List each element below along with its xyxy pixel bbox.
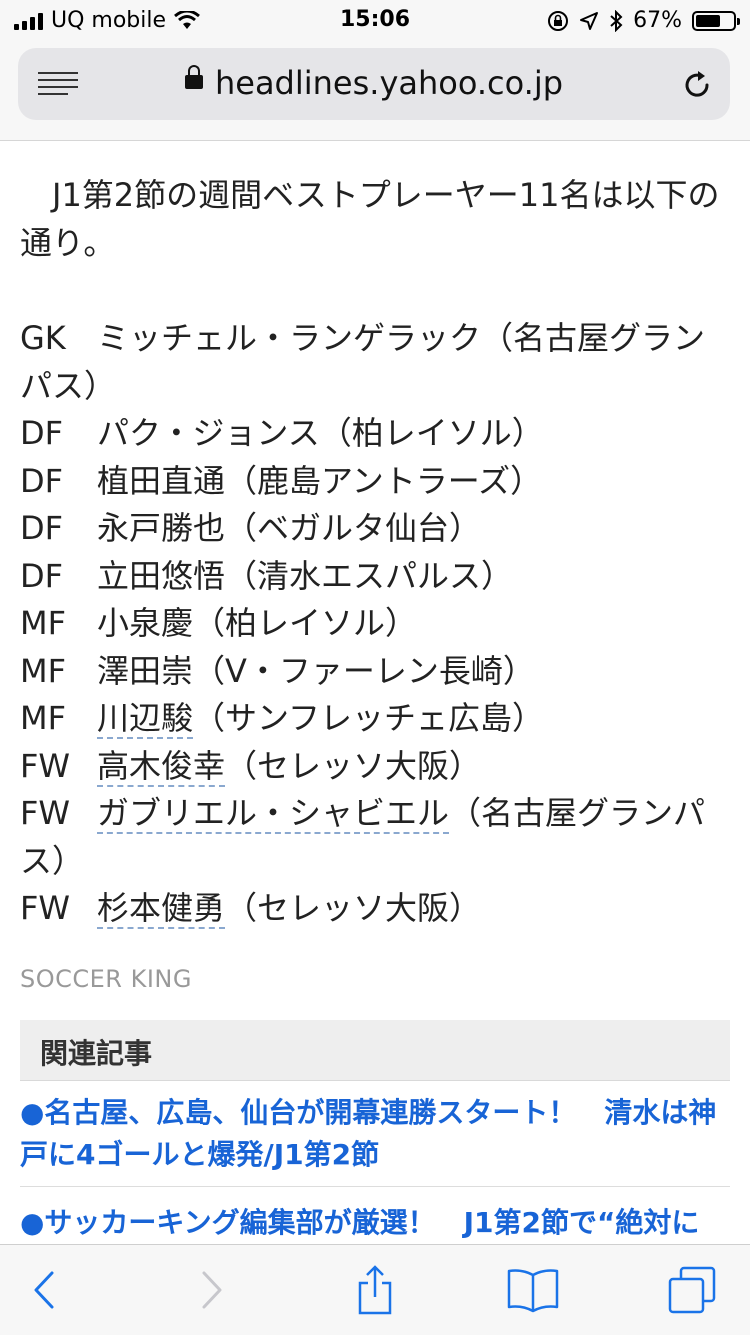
chevron-left-icon: [34, 1271, 54, 1309]
player-position: FW: [20, 746, 71, 785]
orientation-lock-icon: [548, 10, 569, 31]
player-position: FW: [20, 889, 71, 927]
player-link[interactable]: 杉本健勇: [97, 889, 226, 929]
player-row: DF 立田悠悟（清水エスパルス）: [20, 553, 732, 601]
article-body: J1第2節の週間ベストプレーヤー11名は以下の 通り。 GK ミッチェル・ランゲ…: [20, 140, 732, 933]
bluetooth-icon: [610, 9, 623, 32]
book-icon: [507, 1269, 559, 1313]
player-row: FW 高木俊幸（セレッソ大阪）: [20, 743, 732, 791]
player-position: DF: [20, 414, 64, 452]
related-articles-header: 関連記事: [20, 1020, 730, 1081]
article-intro: J1第2節の週間ベストプレーヤー11名は以下の 通り。: [20, 172, 732, 267]
player-position: DF: [20, 461, 64, 500]
player-name: ガブリエル・シャビエル（名古屋グランパ ス）: [20, 794, 706, 880]
player-row: FW 杉本健勇（セレッソ大阪）: [20, 885, 732, 933]
player-name: パク・ジョンス（柏レイソル）: [97, 414, 544, 452]
divider: [20, 1186, 730, 1187]
status-bar: UQ mobile 15:06 67%: [0, 0, 750, 40]
player-row: MF 川辺駿（サンフレッチェ広島）: [20, 695, 732, 743]
share-button[interactable]: [345, 1263, 405, 1317]
battery-icon: [692, 10, 740, 31]
player-row: DF パク・ジョンス（柏レイソル）: [20, 410, 732, 458]
best-eleven-list: GK ミッチェル・ランゲラック（名古屋グラン パス） DF パク・ジョンス（柏レイ…: [20, 315, 732, 933]
article-source[interactable]: SOCCER KING: [20, 965, 192, 993]
related-heading: 関連記事: [40, 1037, 153, 1070]
url-text: headlines.yahoo.co.jp: [214, 64, 564, 102]
url-display[interactable]: headlines.yahoo.co.jp: [18, 64, 730, 102]
share-icon: [358, 1265, 392, 1315]
browser-header: headlines.yahoo.co.jp: [0, 40, 750, 141]
player-position: DF: [20, 509, 64, 547]
player-name: 杉本健勇（セレッソ大阪）: [97, 889, 482, 929]
player-name: 立田悠悟（清水エスパルス）: [97, 556, 514, 595]
player-name: 川辺駿（サンフレッチェ広島）: [97, 699, 545, 739]
reload-icon[interactable]: [682, 70, 712, 100]
player-position: DF: [20, 556, 64, 595]
player-name: ミッチェル・ランゲラック（名古屋グラン パス）: [20, 319, 706, 405]
player-row: DF 植田直通（鹿島アントラーズ）: [20, 458, 732, 506]
related-article-link[interactable]: ●名古屋、広島、仙台が開幕連勝スタート！ 清水は神 戸に4ゴールと爆発/J1第2…: [20, 1092, 732, 1176]
bookmarks-button[interactable]: [503, 1263, 563, 1317]
tabs-button[interactable]: [662, 1263, 722, 1317]
player-position: MF: [20, 651, 67, 690]
player-name: 高木俊幸（セレッソ大阪）: [97, 746, 482, 787]
player-name: 植田直通（鹿島アントラーズ）: [97, 461, 543, 500]
player-name: 澤田崇（V・ファーレン長崎）: [97, 651, 535, 690]
player-row: DF 永戸勝也（ベガルタ仙台）: [20, 505, 732, 553]
player-name: 小泉慶（柏レイソル）: [97, 604, 418, 642]
location-icon: [580, 11, 599, 30]
back-button[interactable]: [14, 1263, 74, 1317]
address-bar[interactable]: headlines.yahoo.co.jp: [18, 48, 730, 120]
player-link[interactable]: ガブリエル・シャビエル: [97, 794, 450, 834]
player-position: MF: [20, 699, 67, 737]
player-row: FW ガブリエル・シャビエル（名古屋グランパ ス）: [20, 790, 732, 885]
player-row: MF 澤田崇（V・ファーレン長崎）: [20, 648, 732, 696]
player-row: MF 小泉慶（柏レイソル）: [20, 600, 732, 648]
player-position: MF: [20, 604, 67, 642]
battery-percent: 67%: [633, 8, 682, 33]
tabs-icon: [668, 1266, 716, 1314]
intro-line: J1第2節の週間ベストプレーヤー11名は以下の: [52, 176, 720, 214]
lock-icon: [184, 65, 203, 89]
player-link[interactable]: 高木俊幸: [97, 746, 226, 787]
forward-button[interactable]: [182, 1263, 242, 1317]
related-article-link[interactable]: ●サッカーキング編集部が厳選！ J1第2節で“絶対に: [20, 1202, 732, 1244]
player-link[interactable]: 川辺駿: [97, 699, 194, 739]
browser-toolbar: [0, 1244, 750, 1335]
player-row: GK ミッチェル・ランゲラック（名古屋グラン パス）: [20, 315, 732, 410]
chevron-right-icon: [202, 1271, 222, 1309]
player-name: 永戸勝也（ベガルタ仙台）: [97, 509, 482, 547]
intro-line: 通り。: [20, 223, 116, 262]
